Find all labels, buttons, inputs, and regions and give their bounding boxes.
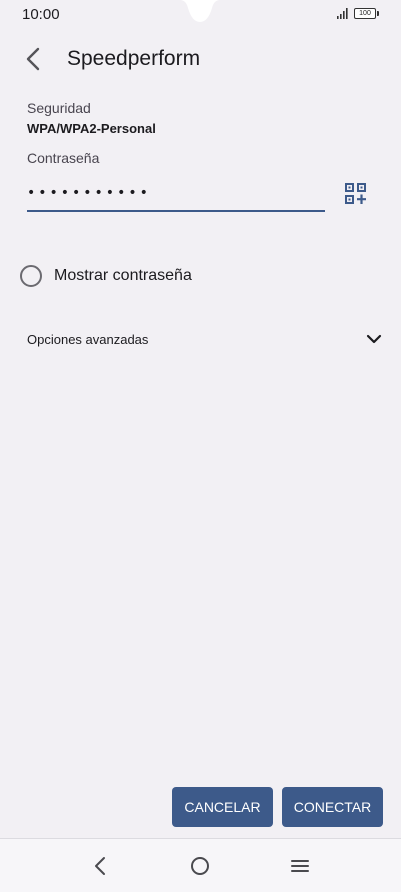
- qr-scan-button[interactable]: [344, 182, 368, 206]
- advanced-options-label: Opciones avanzadas: [27, 331, 149, 347]
- camera-notch: [180, 0, 220, 22]
- nav-home-icon: [191, 857, 209, 875]
- connect-button[interactable]: CONECTAR: [282, 787, 383, 827]
- password-label: Contraseña: [27, 150, 100, 166]
- arrow-back-icon: [26, 47, 40, 71]
- page-title: Speedperform: [67, 47, 201, 70]
- status-bar: 10:00 100: [0, 0, 401, 30]
- show-password-label: Mostrar contraseña: [54, 267, 192, 284]
- nav-menu-button[interactable]: [287, 853, 313, 879]
- navigation-bar: [0, 838, 401, 892]
- show-password-checkbox[interactable]: [20, 265, 42, 287]
- advanced-options-row[interactable]: Opciones avanzadas: [27, 325, 382, 353]
- show-password-toggle[interactable]: Mostrar contraseña: [20, 265, 192, 287]
- password-field[interactable]: [27, 178, 325, 212]
- security-value: WPA/WPA2-Personal: [27, 121, 156, 136]
- security-label: Seguridad: [27, 100, 91, 116]
- back-button[interactable]: [18, 44, 48, 74]
- signal-icon: [337, 8, 348, 19]
- nav-home-button[interactable]: [187, 853, 213, 879]
- battery-tip: [377, 11, 379, 16]
- chevron-down-icon: [366, 334, 382, 344]
- nav-menu-icon: [291, 860, 309, 872]
- nav-back-icon: [95, 857, 105, 875]
- nav-back-button[interactable]: [87, 853, 113, 879]
- battery-icon: 100: [354, 8, 379, 19]
- qr-scan-icon: [345, 183, 366, 204]
- status-time: 10:00: [22, 6, 60, 23]
- status-icons: 100: [337, 8, 379, 19]
- cancel-button[interactable]: CANCELAR: [172, 787, 273, 827]
- battery-level: 100: [354, 8, 376, 19]
